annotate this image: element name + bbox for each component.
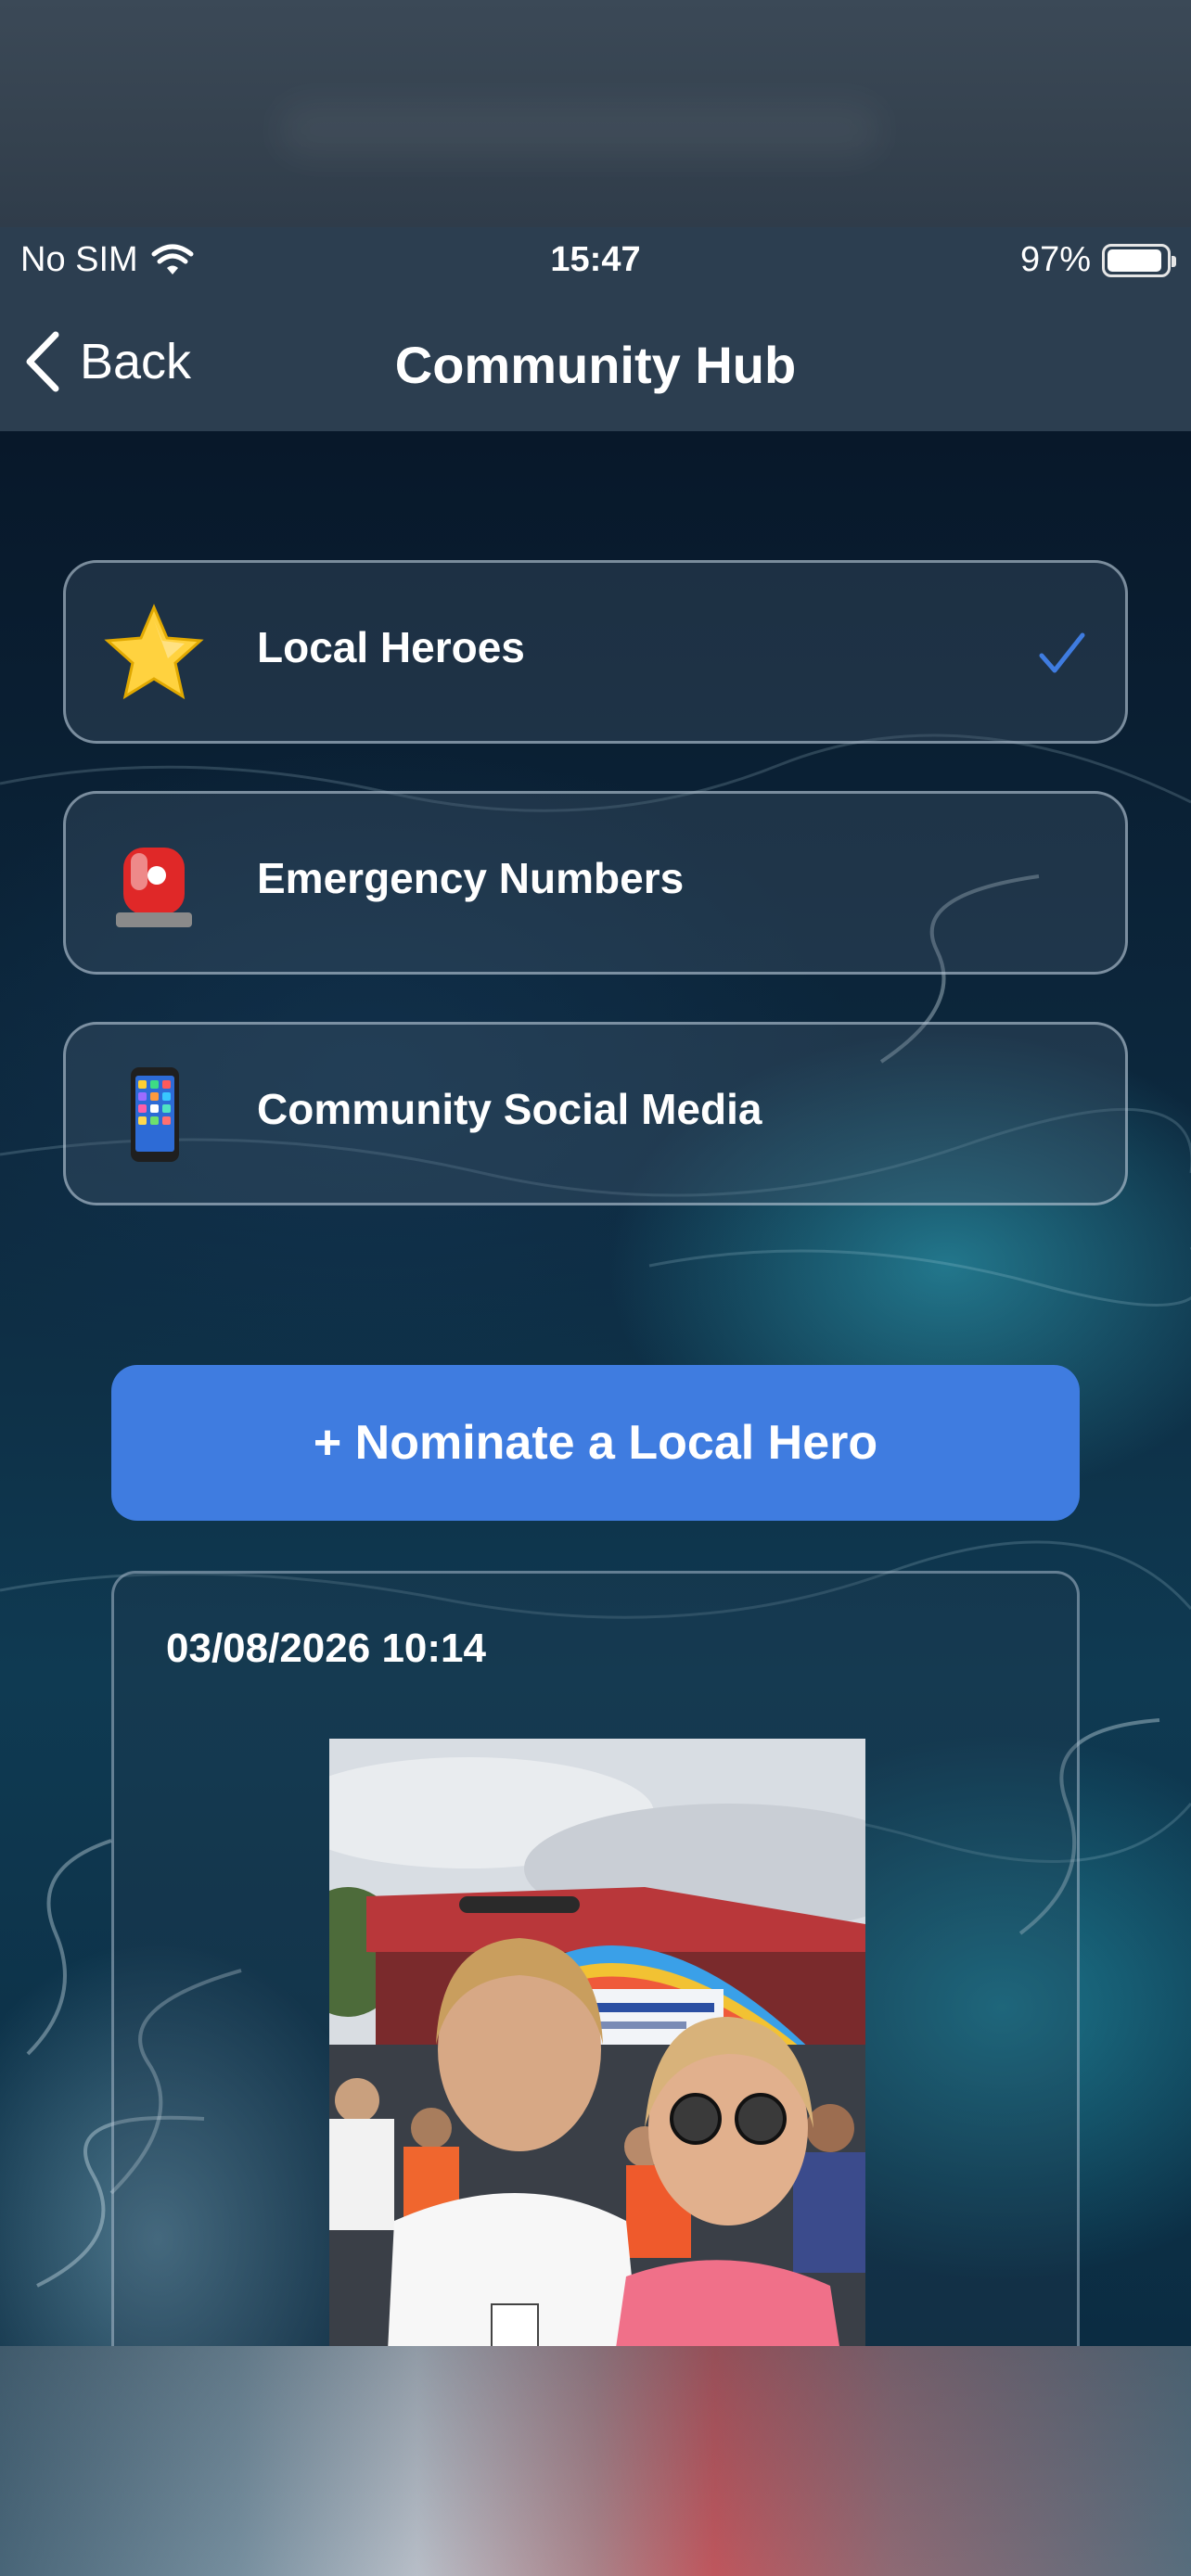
nominate-local-hero-button[interactable]: + Nominate a Local Hero [111, 1365, 1080, 1521]
blurred-bottom-area [0, 2346, 1191, 2576]
mobile-phone-icon [131, 1067, 179, 1162]
menu-item-emergency-numbers[interactable]: Emergency Numbers [63, 791, 1128, 975]
menu-item-label: Emergency Numbers [257, 854, 685, 902]
status-time: 15:47 [550, 240, 641, 279]
post-date: 03/08/2026 10:14 [166, 1626, 486, 1671]
screen: No SIM 15:47 97% Back Community Hub Loca… [0, 0, 1191, 2576]
event-selfie-photo [329, 1739, 865, 2406]
battery-percent: 97% [1019, 240, 1091, 279]
hero-post-card[interactable]: 03/08/2026 10:14 [111, 1571, 1080, 2406]
menu-item-label: Local Heroes [257, 623, 525, 671]
menu-item-label: Community Social Media [257, 1085, 762, 1133]
star-icon [104, 604, 204, 700]
battery-icon [1102, 243, 1176, 277]
menu-item-local-heroes[interactable]: Local Heroes [63, 560, 1128, 744]
status-bar: No SIM 15:47 97% [0, 227, 1191, 294]
menu-item-community-social-media[interactable]: Community Social Media [63, 1022, 1128, 1205]
blurred-top-area [0, 0, 1191, 227]
navigation-bar: Back Community Hub [0, 294, 1191, 431]
page-title: Community Hub [394, 336, 797, 394]
post-photo[interactable] [329, 1739, 865, 2406]
siren-icon [116, 848, 192, 927]
status-right: 97% [1019, 240, 1176, 280]
checkmark-icon [1039, 632, 1085, 673]
